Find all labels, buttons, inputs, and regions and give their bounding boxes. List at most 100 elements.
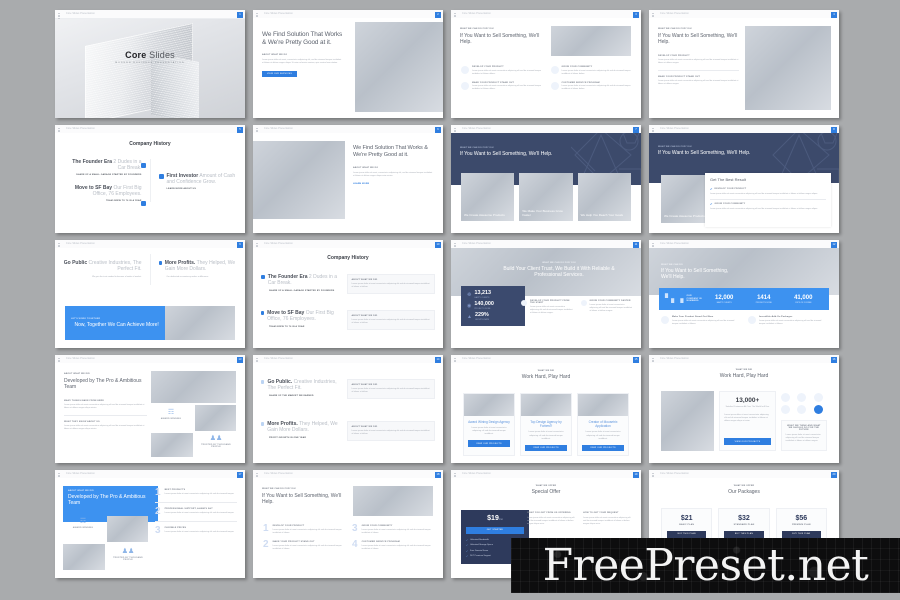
package-icon [748, 316, 756, 324]
slide-thumbnail[interactable]: Core Slides Presentation WHAT WE CAN DO … [451, 125, 641, 233]
package-button[interactable]: BUY THIS PLAN [781, 531, 821, 538]
package-price: $21 [680, 515, 693, 522]
slide-thumbnail[interactable]: Core Slides Presentation Company History… [253, 240, 443, 348]
project-button[interactable]: VIEW OUR PROJECTS [525, 444, 567, 452]
stat-caption: HAPPY CLIENTS [474, 297, 490, 299]
cta-band[interactable]: LET'S WORK TOGETHER Now, Together We Can… [65, 306, 235, 340]
slide-number-badge: 15 [633, 357, 639, 363]
community-icon [550, 66, 559, 74]
learn-more-link[interactable]: LEARN MORE [353, 183, 434, 185]
slide-thumbnail[interactable]: Core Slides Presentation WHAT WE DID Wor… [451, 355, 641, 463]
quote-icon [158, 261, 162, 265]
block-body: Lorem ipsum dolor sit amet consectetur a… [64, 403, 145, 409]
slide-number-badge: 7 [633, 127, 639, 133]
photo-card[interactable]: We Help You Reach Your Goals [577, 173, 631, 221]
slide-thumbnail[interactable]: Core Slides Presentation ABOUT WHAT WE D… [55, 470, 245, 578]
slide-heading: Work Hard, Play Hard [521, 374, 571, 380]
step-number: 4 [352, 539, 358, 551]
slide-thumbnail[interactable]: Core Slides Presentation WHAT WE CAN DO … [451, 240, 641, 348]
step-body: Lorem ipsum dolor sit amet consectetur a… [164, 493, 235, 495]
slide-thumbnail[interactable]: Core Slides Presentation WHAT WE CAN DO … [649, 240, 839, 348]
slide-thumbnail[interactable]: Core Slides Presentation WHAT WE CAN DO … [451, 10, 641, 118]
slide-thumbnail[interactable]: Core Slides Presentation Go Public. Crea… [253, 355, 443, 463]
step-title: DEVELOP YOUR PRODUCT [272, 525, 305, 527]
feature-title: DEVELOP YOUR PRODUCT [658, 54, 690, 57]
package-button[interactable]: BUY THIS PLAN [667, 531, 707, 538]
quote-title: More Profits. They Helped, We Gain More … [164, 260, 236, 273]
feature-item: DEVELOP YOUR PRODUCT Lorem ipsum dolor s… [461, 66, 542, 76]
slide-thumbnail[interactable]: Core Slides Presentation WHAT WE CAN DO … [649, 125, 839, 233]
slide-header-title: Core Slides Presentation [66, 357, 95, 360]
step-number: 3 [352, 523, 358, 534]
package-button[interactable]: BUY THIS PLAN [724, 531, 764, 538]
feature-title: Make Your Product Stand Out More [672, 316, 714, 318]
window-dots-icon [58, 127, 62, 135]
slide-heading: If You Want to Sell Something, We'll Hel… [658, 33, 738, 46]
history-title: Move to SF Bay Our First Big Office, 76 … [267, 310, 334, 323]
history-item: First Investor Amount of Cash and Confid… [158, 173, 238, 190]
photo-card[interactable]: We Make Your Business Grow Faster [519, 173, 573, 221]
slide-thumbnail[interactable]: Core Slides Presentation We Find Solutio… [253, 125, 443, 233]
check-icon: ✓ [466, 549, 469, 553]
project-card[interactable]: Top Design Agency by Forbes® Lorem ipsum… [520, 393, 572, 457]
history-note: TEAM GREW TO 76 IN A YEAR [269, 325, 305, 328]
step-item: 2 PROFESSIONAL SUPPORT, ALWAYS 24/7 Lore… [155, 507, 237, 517]
slide-thumbnail[interactable]: Core Slides Presentation ABOUT WHAT WE D… [55, 355, 245, 463]
cta-label: LET'S WORK TOGETHER [71, 317, 101, 320]
window-dots-icon [256, 357, 260, 365]
award-badge: ☶ AWARD WINNING [151, 405, 191, 435]
photo-card-title: We Create Awesome Products [464, 213, 505, 217]
slide-thumbnail[interactable]: Core Slides Presentation WHAT WE CAN DO … [649, 10, 839, 118]
slide-thumbnail[interactable]: Core Slides MODERN BUSINESS PRESENTATION… [55, 10, 245, 118]
history-note: TEAM GREW TO 76 IN A YEAR [106, 199, 142, 202]
project-button[interactable]: VIEW OUR PROJECTS [468, 440, 510, 448]
card-label: ABOUT WHAT WE DID [351, 426, 378, 428]
slide-thumbnail[interactable]: Core Slides Presentation WHAT WE CAN DO … [253, 470, 443, 578]
divider [155, 521, 237, 522]
step-item: 3 GROW YOUR COMMUNITY Lorem ipsum dolor … [352, 523, 433, 535]
slide-header-title: Core Slides Presentation [462, 127, 491, 130]
feature-body: Lorem ipsum dolor sit amet consectetur a… [472, 69, 542, 75]
feature-item: GROW YOUR COMMUNITY Lorem ipsum dolor si… [550, 66, 632, 76]
check-body: Lorem ipsum dolor sit amet consectetur a… [710, 207, 818, 210]
projects-button[interactable]: VIEW OUR PROJECTS [724, 438, 771, 445]
price-feature: Free Domain Name [470, 549, 489, 552]
price-value: $19/mo [487, 515, 503, 522]
quote-icon [261, 311, 265, 315]
slide-thumbnail[interactable]: Core Slides Presentation Go Public Creat… [55, 240, 245, 348]
slide-number-badge: 9 [237, 242, 243, 248]
slide-thumbnail[interactable]: Core Slides Presentation WHAT WE DID Wor… [649, 355, 839, 463]
project-card[interactable]: Award Wining Design Agency Lorem ipsum d… [463, 393, 515, 457]
project-title: Award Wining Design Agency [468, 420, 510, 424]
slide-header-title: Core Slides Presentation [66, 127, 95, 130]
step-body: Lorem ipsum dolor sit amet consectetur a… [164, 531, 235, 533]
package-name: STANDARD PLAN [733, 524, 755, 526]
slide-thumbnail[interactable]: Core Slides Presentation We Find Solutio… [253, 10, 443, 118]
slide-canvas: Go Public Creative Industries, The Perfe… [55, 248, 245, 348]
slide-canvas: WHAT WE CAN DO FOR YOU If You Want to Se… [451, 133, 641, 233]
price-button[interactable]: GET STARTED [466, 527, 524, 534]
stat-item: ◉ 140,000 PROJECTS DONE [467, 301, 519, 310]
window-dots-icon [256, 127, 260, 135]
feature-item: Make Your Product Stand Out More Lorem i… [661, 316, 740, 326]
primary-button[interactable]: VIEW OUR SERVICES [262, 71, 297, 78]
watermark-text: FreePreset.net [542, 539, 869, 591]
quote-item: Go Public Creative Industries, The Perfe… [55, 254, 151, 285]
slide-header-title: Core Slides Presentation [264, 12, 293, 15]
photo-card[interactable]: We Create Awesome Products [461, 173, 515, 221]
project-button[interactable]: VIEW OUR PROJECTS [582, 444, 624, 452]
chart-icon: ▘▖▗ [665, 294, 684, 303]
cta-heading: Now, Together We Can Achieve More! [74, 321, 159, 328]
slide-heading: Special Offer [531, 489, 561, 495]
quote-note: Our dedicated accountancy makes a differ… [166, 275, 209, 278]
slide-thumbnail[interactable]: Core Slides Presentation Company History… [55, 125, 245, 233]
panel-title: Get The Best Result [710, 177, 746, 182]
column-title: WHAT YOU GET FROM US OFFERING [527, 512, 571, 514]
project-card[interactable]: Creator of Mousetrix Application Lorem i… [577, 393, 629, 457]
step-item: 4 CUSTOMER SERVICE PROGRAM Lorem ipsum d… [352, 540, 433, 551]
stat-caption: PROJECTS DONE [755, 301, 772, 304]
slide-heading: If You Want to Sell Something, We'll Hel… [460, 151, 553, 157]
window-dots-icon [256, 242, 260, 250]
stat-value: 229% [474, 312, 489, 318]
slide-header-title: Core Slides Presentation [462, 12, 491, 15]
